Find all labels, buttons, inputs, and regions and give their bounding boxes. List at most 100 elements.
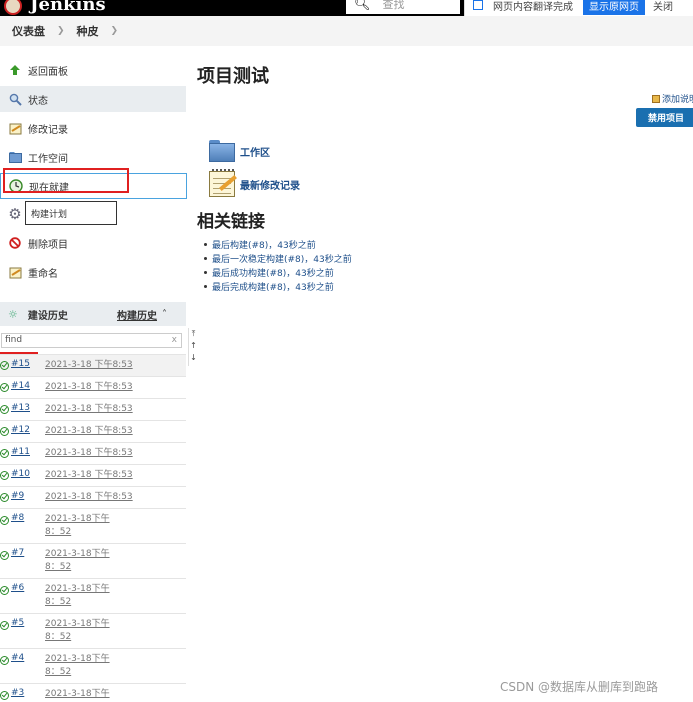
build-row: #8 2021-3-18下午8：52 <box>0 508 186 543</box>
breadcrumb-project[interactable]: 种皮 <box>77 23 99 39</box>
related-link-last-completed[interactable]: 最后完成构建(#8)，43秒之前 <box>204 280 352 294</box>
workspace-link-label: 工作区 <box>240 147 270 159</box>
build-time-link[interactable]: 2021-3-18下午8：52 <box>45 618 119 644</box>
clear-filter-icon[interactable]: x <box>172 334 177 347</box>
search-box[interactable]: 🔍︎ 查找 <box>346 0 460 14</box>
task-changes[interactable]: 修改记录 <box>0 115 186 141</box>
breadcrumb: 仪表盘 ❯ 种皮 ❯ <box>0 16 693 46</box>
task-label: 工作空间 <box>28 153 68 165</box>
gear-icon: ⚙ <box>8 205 22 223</box>
add-description-label: 添加说明 <box>662 95 693 105</box>
build-number-link[interactable]: #8 <box>11 513 24 523</box>
build-time-link[interactable]: 2021-3-18 下午8:53 <box>45 491 175 504</box>
build-number-link[interactable]: #12 <box>11 425 30 435</box>
build-history-title: 建设历史 <box>27 310 68 322</box>
build-row: #15 2021-3-18 下午8:53 <box>0 354 186 376</box>
jenkins-butler-icon <box>4 0 22 15</box>
folder-icon <box>8 150 22 164</box>
scroll-top-icon[interactable]: ⤒ <box>192 328 196 340</box>
notepad-icon <box>8 265 22 279</box>
build-number-link[interactable]: #11 <box>11 447 30 457</box>
build-row: #7 2021-3-18下午8：52 <box>0 543 186 578</box>
build-row: #12 2021-3-18 下午8:53 <box>0 420 186 442</box>
chevron-right-icon[interactable]: ❯ <box>57 26 65 36</box>
build-time-link[interactable]: 2021-3-18下午8：52 <box>45 513 119 539</box>
build-number-link[interactable]: #13 <box>11 403 30 413</box>
no-entry-icon <box>8 236 22 250</box>
success-status-icon <box>0 471 9 480</box>
folder-icon <box>209 140 235 162</box>
build-row: #3 2021-3-18下午8： <box>0 683 186 702</box>
task-back-to-dashboard[interactable]: 返回面板 <box>0 57 186 83</box>
annotation-box-build-now <box>3 168 129 193</box>
build-row: #11 2021-3-18 下午8:53 <box>0 442 186 464</box>
build-number-link[interactable]: #14 <box>11 381 30 391</box>
task-status[interactable]: 状态 <box>0 86 186 112</box>
sun-icon: ☼ <box>8 307 18 321</box>
disable-project-button[interactable]: 禁用项目 <box>636 108 693 127</box>
related-link-last-successful[interactable]: 最后成功构建(#8)，43秒之前 <box>204 266 352 280</box>
search-input[interactable]: 查找 <box>383 0 405 12</box>
scroll-down-icon[interactable]: ↓ <box>190 352 197 364</box>
recent-changes-link[interactable]: 最新修改记录 <box>209 169 300 197</box>
build-row: #6 2021-3-18下午8：52 <box>0 578 186 613</box>
build-time-link[interactable]: 2021-3-18 下午8:53 <box>45 447 175 460</box>
task-label: 修改记录 <box>28 124 68 136</box>
translate-close-button[interactable]: 关闭 <box>653 0 673 13</box>
build-number-link[interactable]: #5 <box>11 618 24 628</box>
filter-value: find <box>5 335 23 345</box>
success-status-icon <box>0 449 9 458</box>
build-row: #10 2021-3-18 下午8:53 <box>0 464 186 486</box>
success-status-icon <box>0 621 9 630</box>
build-row: #5 2021-3-18下午8：52 <box>0 613 186 648</box>
build-number-link[interactable]: #4 <box>11 653 24 663</box>
build-time-link[interactable]: 2021-3-18下午8：52 <box>45 583 119 609</box>
build-time-link[interactable]: 2021-3-18下午8： <box>45 688 119 702</box>
build-trend-link[interactable]: 构建历史 <box>117 307 157 322</box>
build-number-link[interactable]: #7 <box>11 548 24 558</box>
success-status-icon <box>0 427 9 436</box>
brand-name: Jenkins <box>30 0 106 15</box>
build-time-link[interactable]: 2021-3-18 下午8:53 <box>45 425 175 438</box>
build-number-link[interactable]: #3 <box>11 688 24 698</box>
related-link-last-stable[interactable]: 最后一次稳定构建(#8)，43秒之前 <box>204 252 352 266</box>
workspace-link[interactable]: 工作区 <box>209 140 270 162</box>
build-row: #13 2021-3-18 下午8:53 <box>0 398 186 420</box>
chevron-right-icon[interactable]: ❯ <box>111 26 119 36</box>
history-scroll-controls: ⤒ ↑ ↓ <box>188 328 198 366</box>
task-delete-project[interactable]: 删除项目 <box>0 230 186 256</box>
related-link-last-build[interactable]: 最后构建(#8)，43秒之前 <box>204 238 352 252</box>
build-number-link[interactable]: #9 <box>11 491 24 501</box>
build-time-link[interactable]: 2021-3-18 下午8:53 <box>45 359 175 372</box>
notepad-icon <box>8 121 22 135</box>
build-time-link[interactable]: 2021-3-18 下午8:53 <box>45 403 175 416</box>
build-filter-input[interactable]: find x <box>1 333 182 348</box>
add-description-link[interactable]: 添加说明 <box>652 92 693 105</box>
build-row: #9 2021-3-18 下午8:53 <box>0 486 186 508</box>
up-arrow-icon <box>8 63 22 77</box>
success-status-icon <box>0 551 9 560</box>
success-status-icon <box>0 691 9 700</box>
jenkins-logo[interactable]: Jenkins <box>4 0 106 16</box>
success-status-icon <box>0 516 9 525</box>
success-status-icon <box>0 493 9 502</box>
task-rename[interactable]: 重命名 <box>0 259 186 285</box>
breadcrumb-dashboard[interactable]: 仪表盘 <box>12 23 45 39</box>
translate-check-icon <box>473 0 483 10</box>
build-time-link[interactable]: 2021-3-18下午8：52 <box>45 653 119 679</box>
build-time-link[interactable]: 2021-3-18 下午8:53 <box>45 381 175 394</box>
build-time-link[interactable]: 2021-3-18下午8：52 <box>45 548 119 574</box>
build-row: #4 2021-3-18下午8：52 <box>0 648 186 683</box>
translate-bar: 网页内容翻译完成 显示原网页 关闭 <box>464 0 693 16</box>
build-history-header: ☼ 建设历史 构建历史 ˄ <box>0 302 186 326</box>
build-number-link[interactable]: #6 <box>11 583 24 593</box>
build-number-link[interactable]: #10 <box>11 469 30 479</box>
show-original-button[interactable]: 显示原网页 <box>583 0 645 15</box>
scroll-up-icon[interactable]: ↑ <box>190 340 197 352</box>
translate-status: 网页内容翻译完成 <box>493 1 573 13</box>
build-number-link[interactable]: #15 <box>11 359 30 369</box>
task-label: 返回面板 <box>28 66 68 78</box>
build-time-link[interactable]: 2021-3-18 下午8:53 <box>45 469 175 482</box>
task-workspace[interactable]: 工作空间 <box>0 144 186 170</box>
chevron-up-icon[interactable]: ˄ <box>162 309 167 320</box>
